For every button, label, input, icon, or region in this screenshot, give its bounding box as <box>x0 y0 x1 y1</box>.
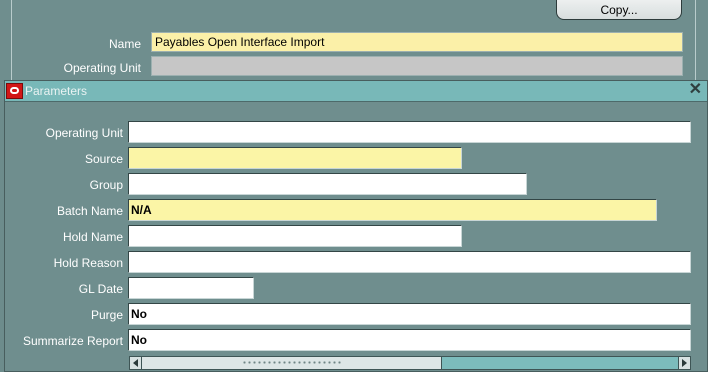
scroll-right-icon[interactable] <box>678 357 690 369</box>
name-label: Name <box>108 37 141 51</box>
copy-button[interactable]: Copy... <box>556 0 682 20</box>
param-label-group: Group <box>89 178 123 192</box>
param-field-batch-name[interactable]: N/A <box>128 199 657 221</box>
param-field-summarize-report[interactable]: No <box>128 329 691 351</box>
operating-unit-label: Operating Unit <box>63 61 141 75</box>
operating-unit-field[interactable] <box>151 56 683 76</box>
close-icon[interactable]: ✕ <box>689 81 702 99</box>
param-label-summarize-report: Summarize Report <box>22 334 123 348</box>
param-label-hold-reason: Hold Reason <box>53 256 123 270</box>
divider <box>695 0 696 80</box>
background-form: Copy... Name Payables Open Interface Imp… <box>0 0 708 80</box>
param-field-purge[interactable]: No <box>128 303 691 325</box>
oracle-icon <box>6 83 23 99</box>
param-label-purge: Purge <box>90 308 123 322</box>
param-field-hold-reason[interactable] <box>128 251 691 273</box>
param-field-group[interactable] <box>128 173 527 195</box>
dialog-titlebar[interactable]: Parameters ✕ <box>5 81 707 102</box>
scrollbar-thumb[interactable] <box>142 357 442 369</box>
param-label-operating-unit: Operating Unit <box>45 126 123 140</box>
grip-icon <box>242 361 342 364</box>
scroll-left-icon[interactable] <box>130 357 142 369</box>
param-label-source: Source <box>84 152 123 166</box>
param-field-hold-name[interactable] <box>128 225 462 247</box>
param-field-source[interactable] <box>128 147 462 169</box>
param-label-batch-name: Batch Name <box>56 204 123 218</box>
param-label-hold-name: Hold Name <box>62 230 123 244</box>
horizontal-scrollbar[interactable] <box>129 356 691 370</box>
param-label-gl-date: GL Date <box>78 282 123 296</box>
param-field-gl-date[interactable] <box>128 277 254 299</box>
param-field-operating-unit[interactable] <box>128 121 691 143</box>
dialog-title: Parameters <box>25 84 88 98</box>
parameters-dialog: Parameters ✕ Operating Unit Source Group… <box>4 80 708 372</box>
name-field[interactable]: Payables Open Interface Import <box>151 32 683 52</box>
